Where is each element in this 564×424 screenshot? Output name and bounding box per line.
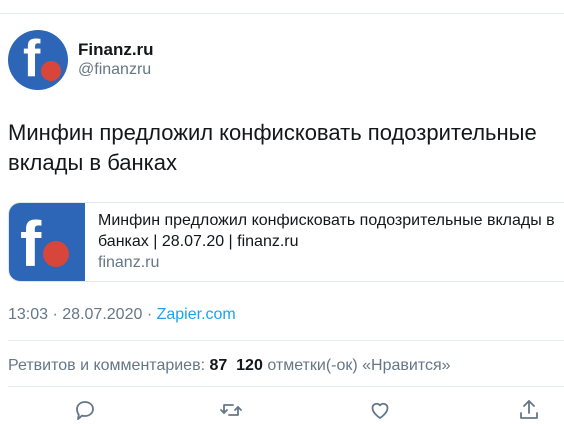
retweet-button[interactable] <box>219 398 243 422</box>
retweets-count[interactable]: 87 <box>209 357 227 374</box>
tweet-source-link[interactable]: Zapier.com <box>157 306 236 323</box>
divider <box>8 386 564 387</box>
card-domain: finanz.ru <box>98 254 160 271</box>
meta-separator-2: · <box>146 306 153 323</box>
tweet-text: Минфин предложил конфисковать подозрител… <box>8 120 537 175</box>
retweets-label: Ретвитов и комментариев: <box>8 357 206 374</box>
meta-separator: · <box>52 306 58 323</box>
divider <box>8 340 564 341</box>
heart-icon <box>371 402 389 419</box>
reply-icon <box>76 401 94 420</box>
action-bar <box>0 398 564 424</box>
avatar-logo-dot <box>41 61 61 81</box>
tweet-meta: 13:03 · 28.07.2020 · Zapier.com <box>8 306 236 324</box>
author-name[interactable]: Finanz.ru <box>78 40 154 60</box>
card-title: Минфин предложил конфисковать подозрител… <box>98 212 555 250</box>
top-divider <box>0 13 564 14</box>
avatar-logo-letter: f <box>23 30 41 88</box>
card-thumbnail: f <box>9 203 85 281</box>
tweet-stats: Ретвитов и комментариев: 87 120 отметки(… <box>8 357 451 375</box>
author-handle[interactable]: @finanzru <box>78 61 151 79</box>
like-button[interactable] <box>368 398 392 422</box>
likes-label: отметки(-ок) «Нравится» <box>267 357 451 374</box>
share-icon <box>520 400 538 419</box>
tweet-time: 13:03 <box>8 306 49 323</box>
tweet-date[interactable]: 28.07.2020 <box>62 306 142 323</box>
avatar[interactable]: f <box>8 30 68 90</box>
card-logo-letter: f <box>20 208 42 280</box>
link-card[interactable]: f Минфин предложил конфисковать подозрит… <box>8 202 564 282</box>
share-button[interactable] <box>517 398 541 422</box>
reply-button[interactable] <box>73 398 97 422</box>
likes-count[interactable]: 120 <box>236 357 263 374</box>
retweet-icon <box>220 404 242 416</box>
card-logo-dot <box>43 241 69 267</box>
